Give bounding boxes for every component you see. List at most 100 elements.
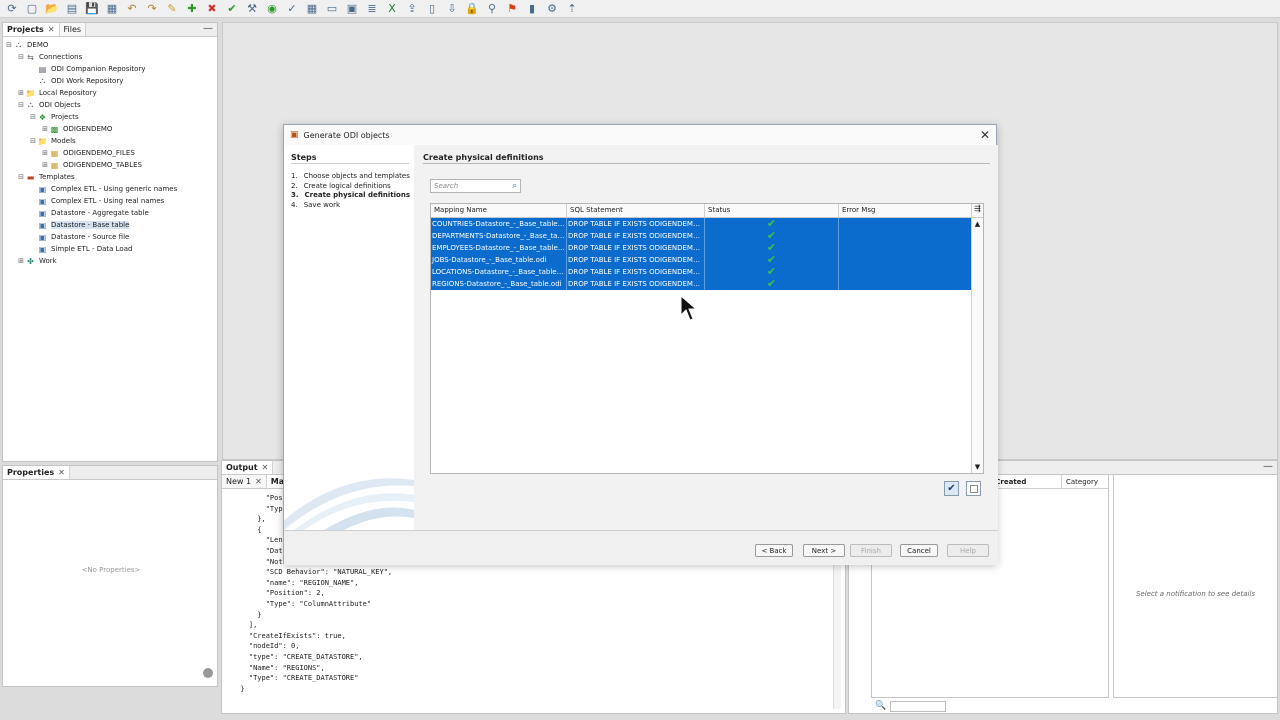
form-icon[interactable]: ▭ xyxy=(324,1,340,17)
tree-item[interactable]: ⊟ 📁 Models xyxy=(5,135,217,147)
col-sql-statement[interactable]: SQL Statement xyxy=(567,204,705,217)
close-icon[interactable]: ✕ xyxy=(255,477,262,486)
tree-item[interactable]: ⊞ ▦ ODIGENDEMO_TABLES xyxy=(5,159,217,171)
next-button[interactable]: Next > xyxy=(803,544,845,557)
expand-icon[interactable]: ⊞ xyxy=(17,257,25,265)
tree-item[interactable]: ⊟ ▬ Templates xyxy=(5,171,217,183)
search-icon[interactable]: ⌕ xyxy=(513,181,517,191)
tab-output[interactable]: Output ✕ xyxy=(222,461,274,474)
save-icon[interactable]: 💾 xyxy=(84,1,100,17)
close-icon[interactable]: ✕ xyxy=(262,463,269,472)
pin-icon[interactable]: ⇡ xyxy=(564,1,580,17)
scroll-up-icon[interactable]: ▲ xyxy=(972,220,983,228)
close-icon[interactable]: ✕ xyxy=(58,468,65,477)
error-msg-cell xyxy=(839,242,972,254)
notification-search-input[interactable] xyxy=(890,700,947,712)
view-icon[interactable]: ▣ xyxy=(344,1,360,17)
tab-properties[interactable]: Properties ✕ xyxy=(3,466,70,479)
export-icon[interactable]: ⇪ xyxy=(404,1,420,17)
lock-icon[interactable]: 🔒 xyxy=(464,1,480,17)
select-all-button[interactable]: ✔ xyxy=(944,481,959,496)
deselect-all-button[interactable] xyxy=(966,481,981,496)
collapse-icon[interactable]: ⊟ xyxy=(29,113,37,121)
tree-item[interactable]: ⊞ ▩ ODIGENDEMO xyxy=(5,123,217,135)
scroll-down-icon[interactable]: ▼ xyxy=(972,463,983,471)
help-button[interactable]: Help xyxy=(947,544,989,557)
tree-item[interactable]: ⊟ ❖ Projects xyxy=(5,111,217,123)
import-icon[interactable]: ⇩ xyxy=(444,1,460,17)
tree-item[interactable]: ▣ Datastore - Aggregate table xyxy=(5,207,217,219)
tab-files[interactable]: Files xyxy=(59,23,87,36)
tree-item[interactable]: ▣ Datastore - Base table xyxy=(5,219,217,231)
table-row[interactable]: LOCATIONS-Datastore_-_Base_table.odi DROP… xyxy=(431,266,983,278)
tab-projects[interactable]: Projects ✕ xyxy=(3,23,60,36)
undo-icon[interactable]: ↶ xyxy=(124,1,140,17)
table-row[interactable]: REGIONS-Datastore_-_Base_table.odi DROP T… xyxy=(431,278,983,290)
step-label: Save work xyxy=(303,200,341,209)
tools-icon[interactable]: ⚒ xyxy=(244,1,260,17)
new-file-icon[interactable]: ▤ xyxy=(64,1,80,17)
refresh-icon[interactable]: ⟳ xyxy=(4,1,20,17)
tree-item[interactable]: ▣ Datastore - Source file xyxy=(5,231,217,243)
collapse-icon[interactable]: ⊟ xyxy=(17,53,25,61)
excel-icon[interactable]: X xyxy=(384,1,400,17)
col-category[interactable]: Category xyxy=(1062,475,1102,488)
col-status[interactable]: Status xyxy=(705,204,839,217)
table-row[interactable]: DEPARTMENTS-Datastore_-_Base_tabl... DROP… xyxy=(431,230,983,242)
collapse-icon[interactable]: ⊟ xyxy=(5,41,13,49)
col-error-msg[interactable]: Error Msg xyxy=(839,204,972,217)
pencil-icon[interactable]: ✎ xyxy=(164,1,180,17)
table-row[interactable]: JOBS-Datastore_-_Base_table.odi DROP TABL… xyxy=(431,254,983,266)
new-icon[interactable]: ▢ xyxy=(24,1,40,17)
collapse-icon[interactable]: ⊟ xyxy=(17,101,25,109)
tree-item[interactable]: ⛬ ODI Work Repository xyxy=(5,75,217,87)
expand-icon[interactable]: ⊞ xyxy=(41,149,49,157)
back-button[interactable]: < Back xyxy=(755,544,793,557)
table-scrollbar[interactable]: ⇶ ▲ ▼ xyxy=(971,204,983,473)
minimize-icon[interactable]: — xyxy=(203,23,213,34)
tree-item[interactable]: ⊟ ⛬ ODI Objects xyxy=(5,99,217,111)
model-icon[interactable]: ⚲ xyxy=(484,1,500,17)
tree-item[interactable]: ⊞ 📁 Local Repository xyxy=(5,87,217,99)
list-icon[interactable]: ≣ xyxy=(364,1,380,17)
settings-icon[interactable]: ⚙ xyxy=(544,1,560,17)
table-row[interactable]: COUNTRIES-Datastore_-_Base_table.odi DROP… xyxy=(431,218,983,230)
cancel-button[interactable]: Cancel xyxy=(900,544,938,557)
bookmark-icon[interactable]: ▮ xyxy=(524,1,540,17)
code-line: ], xyxy=(232,621,258,630)
column-chooser-icon[interactable]: ⇶ xyxy=(972,204,983,218)
table-icon[interactable]: ▦ xyxy=(304,1,320,17)
delete-icon[interactable]: ✖ xyxy=(204,1,220,17)
run-icon[interactable]: ◉ xyxy=(264,1,280,17)
tree-item[interactable]: ▣ Complex ETL - Using generic names xyxy=(5,183,217,195)
close-icon[interactable]: ✕ xyxy=(980,128,990,142)
check-icon[interactable]: ✓ xyxy=(284,1,300,17)
finish-button[interactable]: Finish xyxy=(850,544,892,557)
validate-icon[interactable]: ✔ xyxy=(224,1,240,17)
search-input[interactable]: Search ⌕ xyxy=(430,179,521,193)
tree-item[interactable]: ▤ ODI Companion Repository xyxy=(5,63,217,75)
minimize-icon[interactable]: — xyxy=(1263,461,1273,472)
open-icon[interactable]: 📂 xyxy=(44,1,60,17)
collapse-icon[interactable]: ⊟ xyxy=(29,137,37,145)
col-mapping-name[interactable]: Mapping Name xyxy=(431,204,567,217)
tab-new-1[interactable]: New 1 ✕ xyxy=(222,475,267,488)
tree-item[interactable]: ▣ Complex ETL - Using real names xyxy=(5,195,217,207)
tree-item[interactable]: ▣ Simple ETL - Data Load xyxy=(5,243,217,255)
expand-icon[interactable]: ⊞ xyxy=(41,125,49,133)
collapse-icon[interactable]: ⊟ xyxy=(17,173,25,181)
document-icon[interactable]: ▯ xyxy=(424,1,440,17)
code-line: "CreateIfExists": true, xyxy=(232,631,346,640)
save-all-icon[interactable]: ▦ xyxy=(104,1,120,17)
redo-icon[interactable]: ↷ xyxy=(144,1,160,17)
tree-item[interactable]: ⊞ ▦ ODIGENDEMO_FILES xyxy=(5,147,217,159)
tree-item[interactable]: ⊞ ✤ Work xyxy=(5,255,217,267)
table-row[interactable]: EMPLOYEES-Datastore_-_Base_table.odi DROP… xyxy=(431,242,983,254)
flag-icon[interactable]: ⚑ xyxy=(504,1,520,17)
add-icon[interactable]: ✚ xyxy=(184,1,200,17)
expand-icon[interactable]: ⊞ xyxy=(17,89,25,97)
expand-icon[interactable]: ⊞ xyxy=(41,161,49,169)
tree-item[interactable]: ⊟ ⛬ DEMO xyxy=(5,39,217,51)
close-icon[interactable]: ✕ xyxy=(48,25,55,34)
tree-item[interactable]: ⊟ ⇆ Connections xyxy=(5,51,217,63)
